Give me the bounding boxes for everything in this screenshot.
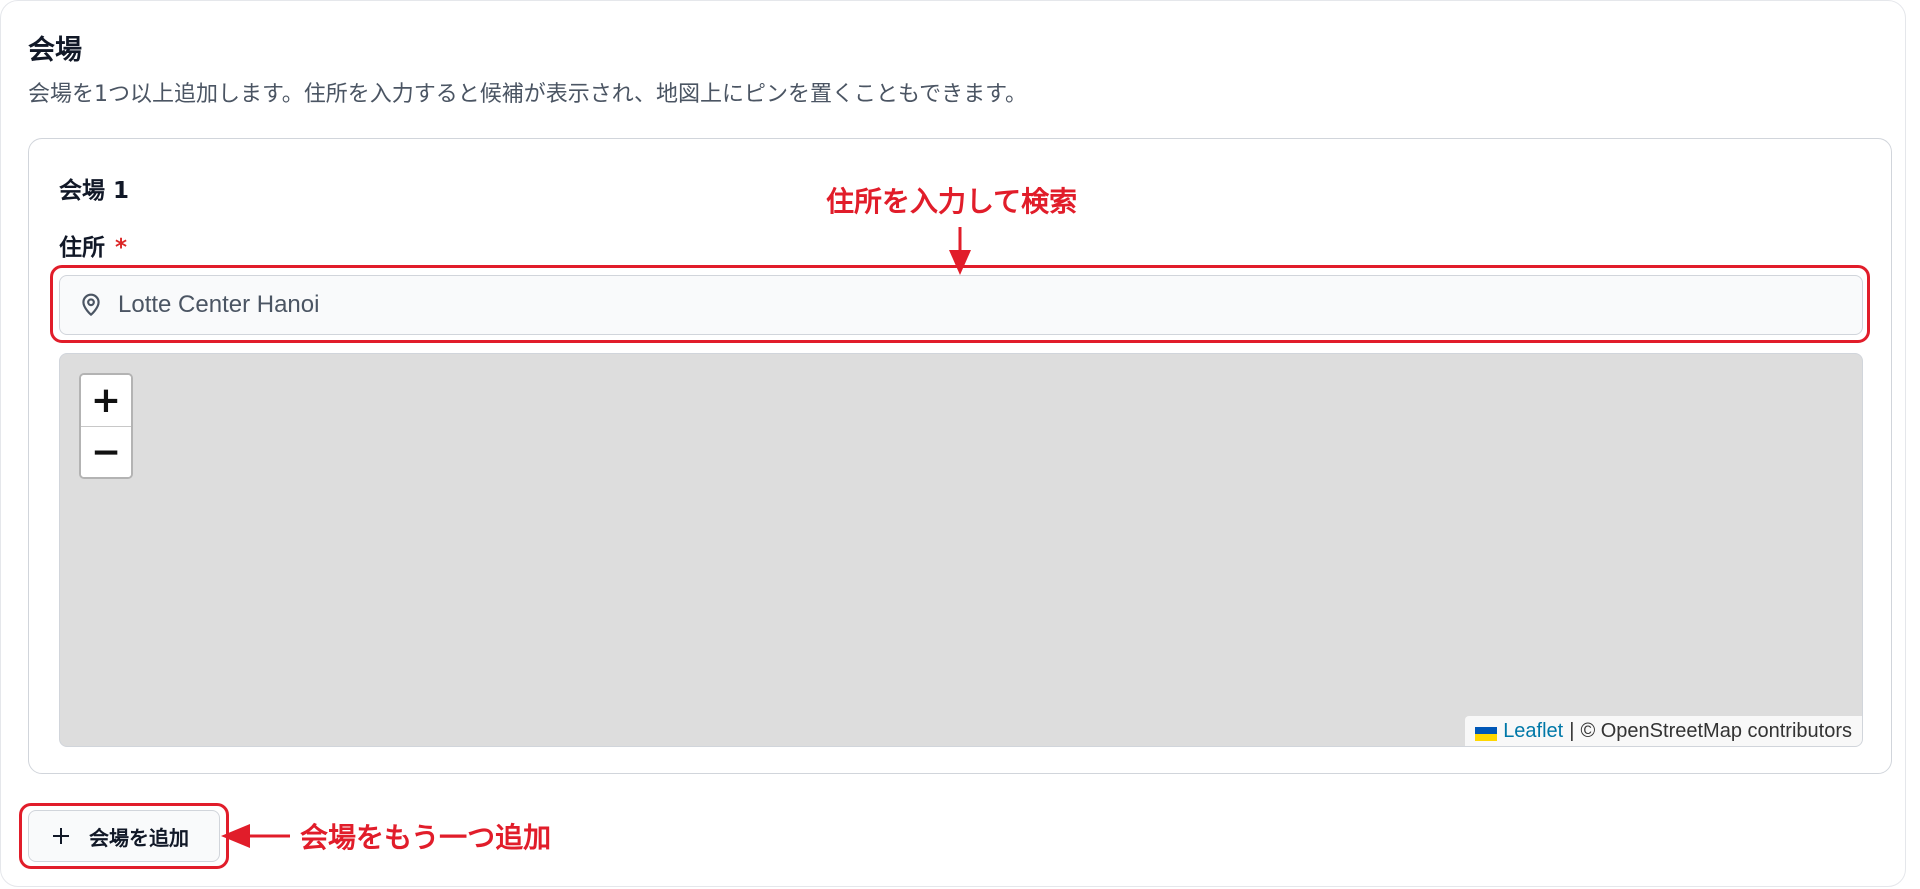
plus-icon bbox=[51, 826, 71, 846]
zoom-control: + − bbox=[79, 373, 133, 479]
required-mark: * bbox=[115, 235, 128, 261]
search-hint-annotation: 住所を入力して検索 bbox=[826, 185, 1078, 218]
attribution-separator: | bbox=[1569, 719, 1575, 742]
zoom-out-button[interactable]: − bbox=[81, 427, 131, 477]
venue-card: 会場 1 住所 * + − Leaflet | © OpenStreetMap c… bbox=[28, 138, 1892, 774]
address-field[interactable] bbox=[59, 275, 1863, 335]
add-hint-arrow bbox=[221, 824, 290, 848]
add-venue-button[interactable]: 会場を追加 bbox=[28, 810, 220, 862]
map-pin-icon bbox=[78, 292, 104, 318]
venue-heading: 会場 1 bbox=[59, 178, 130, 204]
add-hint-annotation: 会場をもう一つ追加 bbox=[300, 821, 552, 854]
map-view[interactable]: + − Leaflet | © OpenStreetMap contributo… bbox=[59, 353, 1863, 747]
section-description: 会場を1つ以上追加します。住所を入力すると候補が表示され、地図上にピンを置くこと… bbox=[28, 82, 1027, 107]
address-label: 住所 * bbox=[59, 228, 127, 262]
map-attribution: Leaflet | © OpenStreetMap contributors bbox=[1465, 716, 1862, 746]
section-title: 会場 bbox=[28, 35, 82, 66]
leaflet-link[interactable]: Leaflet bbox=[1503, 720, 1563, 743]
ukraine-flag-icon bbox=[1475, 724, 1498, 741]
address-label-text: 住所 bbox=[59, 235, 105, 261]
osm-attribution: © OpenStreetMap contributors bbox=[1580, 719, 1852, 742]
zoom-in-button[interactable]: + bbox=[81, 375, 131, 427]
address-input[interactable] bbox=[116, 275, 1862, 335]
add-venue-label: 会場を追加 bbox=[89, 825, 189, 850]
